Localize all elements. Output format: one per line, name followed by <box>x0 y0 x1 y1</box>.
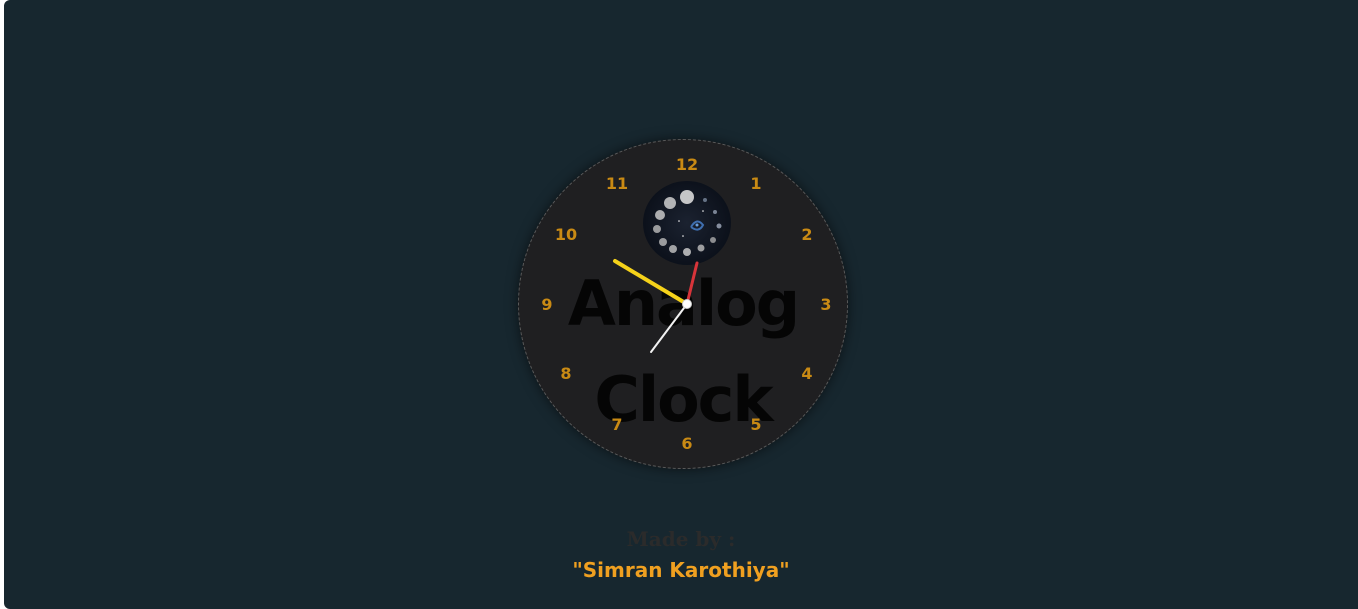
minute-hand <box>685 261 699 306</box>
author-name: "Simran Karothiya" <box>572 558 790 582</box>
center-pin <box>682 299 692 309</box>
page-background: Analog Clock 12 1 2 3 4 5 6 7 8 9 10 11 … <box>4 0 1358 609</box>
clock-hands <box>613 259 699 353</box>
analog-clock: Analog Clock 12 1 2 3 4 5 6 7 8 9 10 11 <box>518 139 848 469</box>
made-by-label: Made by : <box>626 527 736 551</box>
hour-hand <box>613 259 689 306</box>
second-hand <box>650 303 688 353</box>
